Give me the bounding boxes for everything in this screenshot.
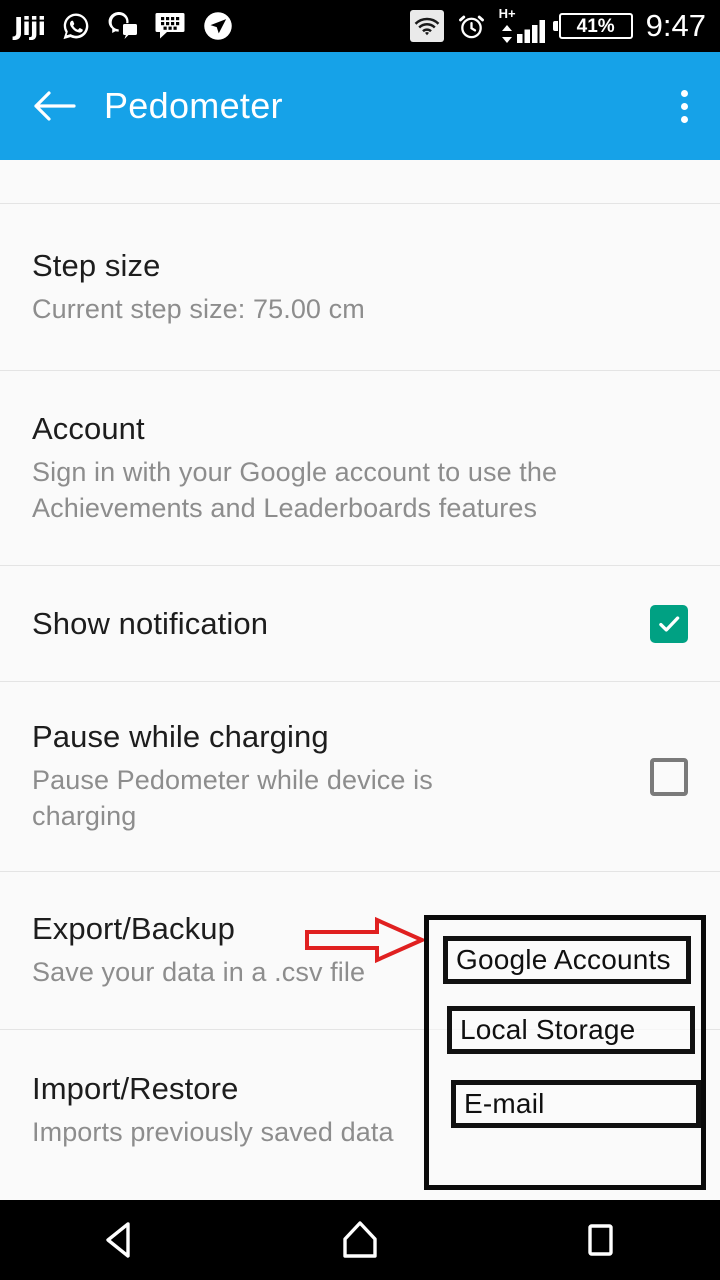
row-title: Account (32, 410, 145, 446)
signal-bars-icon: H+ (498, 6, 546, 43)
navigation-icon (203, 11, 233, 41)
checkbox-checked-icon (650, 604, 688, 643)
jiji-app-icon: Jiji (14, 11, 46, 41)
bbm-icon (155, 11, 187, 41)
status-bar-right-icons: H+ 41% 9:47 (409, 6, 720, 44)
popup-option-email[interactable]: E-mail (451, 1080, 701, 1128)
status-bar-clock: 9:47 (645, 8, 706, 43)
battery-body: 41% (558, 13, 633, 39)
row-texts: Pause while charging Pause Pedometer whi… (32, 718, 626, 834)
row-subtitle: Pause Pedometer while device is charging (32, 765, 433, 832)
popup-option-label: Google Accounts (456, 944, 671, 975)
list-item-show-notification[interactable]: Show notification (0, 566, 720, 682)
battery-percent-label: 41% (576, 15, 615, 37)
row-title: Step size (32, 247, 161, 283)
row-texts: Step size Current step size: 75.00 cm (32, 247, 688, 328)
wifi-icon (409, 10, 444, 42)
status-bar-left-icons: Jiji (0, 11, 233, 41)
row-subtitle: Current step size: 75.00 cm (32, 293, 365, 324)
row-texts: Account Sign in with your Google account… (32, 410, 688, 526)
export-options-popup[interactable]: Google Accounts Local Storage E-mail (424, 915, 706, 1190)
app-bar: Pedometer (0, 52, 720, 160)
messenger-icon (107, 11, 139, 41)
overflow-dot (681, 89, 688, 97)
checkbox-unchecked-icon (650, 757, 688, 796)
row-subtitle: Sign in with your Google account to use … (32, 456, 558, 523)
nav-home-icon[interactable] (300, 1200, 420, 1280)
row-texts: Show notification (32, 605, 626, 642)
status-bar: Jiji H+ 41% 9:47 (0, 0, 720, 52)
alarm-icon (457, 12, 486, 41)
battery-nub (552, 21, 558, 31)
overflow-dot (681, 115, 688, 123)
list-item-account[interactable]: Account Sign in with your Google account… (0, 371, 720, 566)
page-title: Pedometer (104, 85, 283, 126)
row-title: Show notification (32, 605, 269, 641)
pause-while-charging-checkbox[interactable] (650, 757, 688, 796)
nav-recents-icon[interactable] (540, 1200, 660, 1280)
battery-indicator: 41% (552, 13, 633, 39)
list-item-clipped[interactable] (0, 160, 720, 204)
phone-screen: Jiji H+ 41% 9:47 Pedometer Step size Cur… (0, 0, 720, 1280)
more-options-icon[interactable] (681, 89, 688, 123)
overflow-dot (681, 102, 688, 110)
back-arrow-icon[interactable] (18, 88, 90, 124)
android-navigation-bar (0, 1200, 720, 1280)
popup-option-label: E-mail (464, 1088, 545, 1119)
popup-option-label: Local Storage (460, 1014, 636, 1045)
popup-option-local-storage[interactable]: Local Storage (447, 1006, 695, 1054)
nav-back-icon[interactable] (60, 1200, 180, 1280)
list-item-step-size[interactable]: Step size Current step size: 75.00 cm (0, 204, 720, 371)
popup-option-google-accounts[interactable]: Google Accounts (443, 936, 691, 984)
network-type-label: H+ (498, 6, 516, 21)
show-notification-checkbox[interactable] (650, 604, 688, 643)
list-item-pause-while-charging[interactable]: Pause while charging Pause Pedometer whi… (0, 682, 720, 872)
row-title: Pause while charging (32, 719, 329, 755)
whatsapp-icon (61, 11, 91, 41)
